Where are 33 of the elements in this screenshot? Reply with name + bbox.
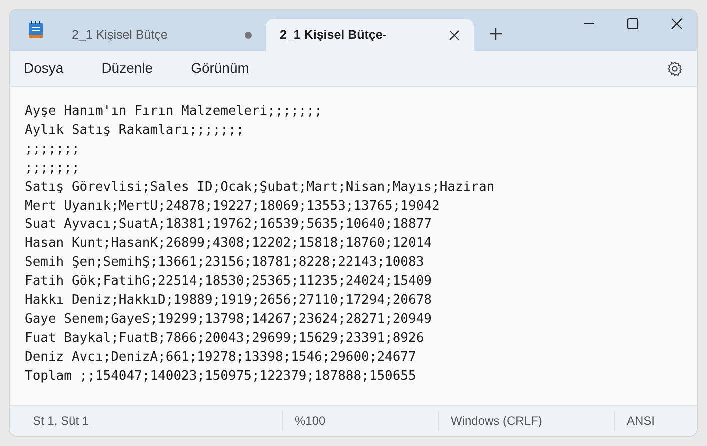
- tab[interactable]: 2_1 Kişisel Bütçe: [58, 19, 266, 51]
- text-line: Fatih Gök;FatihG;22514;18530;25365;11235;24024;15409: [25, 273, 433, 292]
- text-line: Suat Ayvacı;SuatA;18381;19762;16539;5635;10640;18877: [25, 216, 433, 234]
- text-line: Satış Görevlisi;Sales ID;Ocak;Şubat;Mart;Nisan;Mayıs;Haziran: [25, 178, 496, 197]
- menu-item[interactable]: Düzenle: [102, 58, 154, 79]
- tab-title: 2_1 Kişisel Bütçe: [72, 26, 168, 44]
- text-line: Aylık Satış Rakamları;;;;;;;: [25, 122, 246, 140]
- close-icon[interactable]: [671, 18, 683, 30]
- text-line: Semih Şen;SemihŞ;13661;23156;18781;8228;22143;10083: [25, 254, 426, 272]
- tab[interactable]: 2_1 Kişisel Bütçe-: [266, 19, 474, 51]
- text-line: Mert Uyanık;MertU;24878;19227;18069;13553;13765;19042: [25, 198, 441, 216]
- notepad-icon: [28, 21, 44, 39]
- menu-item[interactable]: Görünüm: [191, 58, 250, 79]
- text-line: Toplam ;;154047;140023;150975;122379;187888;150655: [25, 368, 418, 386]
- close-tab-icon[interactable]: [449, 30, 460, 40]
- maximize-icon[interactable]: [627, 18, 639, 30]
- tab-title: 2_1 Kişisel Bütçe-: [280, 26, 387, 44]
- line-ending: Windows (CRLF): [451, 413, 542, 430]
- menu-item[interactable]: Dosya: [24, 58, 64, 79]
- cursor-position: St 1, Süt 1: [33, 413, 90, 430]
- text-line: Hakkı Deniz;HakkıD;19889;1919;2656;27110;17294;20678: [25, 292, 433, 310]
- settings-icon[interactable]: [667, 60, 683, 76]
- new-tab-icon[interactable]: [490, 28, 502, 40]
- text-line: ;;;;;;;: [25, 140, 81, 159]
- text-line: Gaye Senem;GayeS;19299;13798;14267;23624;28271;20949: [25, 310, 433, 329]
- text-line: ;;;;;;;: [25, 160, 81, 178]
- text-line: Deniz Avcı;DenizA;661;19278;13398;1546;29600;24677: [25, 348, 418, 367]
- unsaved-dot-icon: [245, 32, 252, 38]
- text-line: Hasan Kunt;HasanK;26899;4308;12202;15818;18760;12014: [25, 235, 433, 254]
- zoom-level: %100: [295, 413, 326, 430]
- text-line: Fuat Baykal;FuatB;7866;20043;29699;15629;23391;8926: [25, 330, 426, 348]
- text-line: Ayşe Hanım'ın Fırın Malzemeleri;;;;;;;: [25, 103, 324, 121]
- encoding: ANSI: [627, 413, 656, 430]
